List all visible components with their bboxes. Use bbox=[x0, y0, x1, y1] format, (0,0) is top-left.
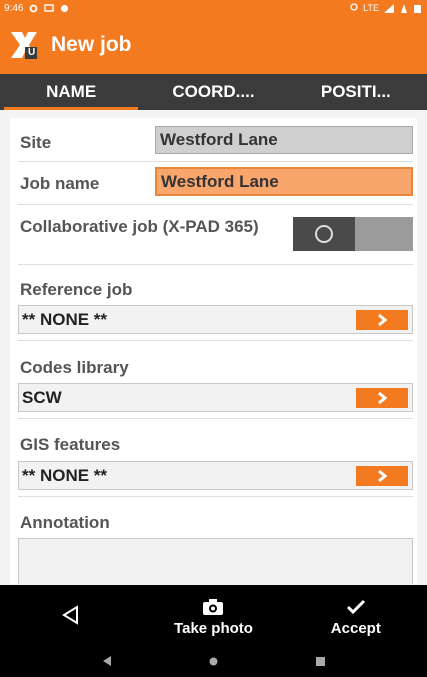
take-photo-label: Take photo bbox=[174, 619, 253, 637]
gis-features-value: ** NONE ** bbox=[22, 465, 108, 485]
message-icon bbox=[44, 3, 55, 12]
back-button[interactable] bbox=[0, 585, 142, 645]
back-triangle-icon bbox=[62, 605, 79, 625]
nav-home-icon bbox=[209, 657, 218, 665]
chevron-right-icon bbox=[378, 469, 388, 482]
job-name-label: Job name bbox=[20, 174, 100, 193]
annotation-textarea[interactable] bbox=[18, 538, 413, 584]
divider bbox=[18, 264, 413, 265]
nav-home-button[interactable] bbox=[160, 657, 267, 666]
tab-coordinates[interactable]: COORD.... bbox=[142, 74, 284, 110]
codes-library-open-button[interactable] bbox=[356, 387, 408, 408]
toggle-off-icon bbox=[315, 225, 333, 243]
gis-features-select[interactable]: ** NONE ** bbox=[18, 461, 413, 490]
collaborative-toggle[interactable] bbox=[293, 217, 413, 251]
chevron-right-icon bbox=[378, 313, 388, 326]
battery-icon bbox=[414, 4, 421, 13]
page-title: New job bbox=[51, 33, 132, 56]
bottom-action-bar: Take photo Accept bbox=[0, 585, 427, 645]
checkmark-icon bbox=[346, 599, 365, 614]
form-panel: Site Westford Lane Job name Westford Lan… bbox=[10, 118, 417, 584]
job-name-input[interactable]: Westford Lane bbox=[155, 167, 413, 196]
logo-letter: U bbox=[28, 47, 36, 58]
site-field: Westford Lane bbox=[155, 126, 413, 154]
codes-library-label: Codes library bbox=[20, 358, 129, 377]
chevron-right-icon bbox=[378, 391, 388, 404]
divider bbox=[18, 204, 413, 205]
tab-name[interactable]: NAME bbox=[0, 74, 142, 110]
nav-back-icon bbox=[102, 656, 111, 666]
signal-icon bbox=[384, 3, 394, 13]
system-nav-bar bbox=[0, 645, 427, 677]
accept-label: Accept bbox=[330, 619, 381, 637]
codes-library-value: SCW bbox=[22, 387, 62, 407]
gis-features-label: GIS features bbox=[20, 435, 121, 454]
take-photo-button[interactable]: Take photo bbox=[142, 585, 284, 645]
tab-bar: NAME COORD.... POSITI... bbox=[0, 74, 427, 110]
wifi-icon bbox=[401, 3, 407, 13]
reference-job-select[interactable]: ** NONE ** bbox=[18, 305, 413, 334]
divider bbox=[18, 496, 413, 497]
reference-job-value: ** NONE ** bbox=[22, 309, 108, 329]
status-bar: 9:46 LTE bbox=[0, 0, 427, 16]
notification-icon bbox=[61, 4, 69, 12]
app-logo-icon: U bbox=[9, 30, 39, 60]
nav-recents-button[interactable] bbox=[267, 656, 374, 666]
status-time: 9:46 bbox=[4, 2, 24, 14]
accept-button[interactable]: Accept bbox=[285, 585, 427, 645]
tab-position[interactable]: POSITI... bbox=[285, 74, 427, 110]
codes-library-select[interactable]: SCW bbox=[18, 383, 413, 412]
site-label: Site bbox=[20, 133, 52, 152]
reference-job-open-button[interactable] bbox=[356, 309, 408, 330]
app-bar: U New job bbox=[0, 16, 427, 74]
settings-icon bbox=[30, 4, 38, 12]
gis-features-open-button[interactable] bbox=[356, 465, 408, 486]
collaborative-label: Collaborative job (X-PAD 365) bbox=[20, 217, 259, 236]
nav-back-button[interactable] bbox=[53, 656, 160, 666]
nav-recents-icon bbox=[316, 656, 325, 666]
reference-job-label: Reference job bbox=[20, 280, 133, 299]
camera-icon bbox=[203, 598, 224, 615]
divider bbox=[18, 161, 413, 162]
divider bbox=[18, 418, 413, 419]
divider bbox=[18, 340, 413, 341]
network-type: LTE bbox=[363, 3, 379, 13]
location-icon bbox=[350, 3, 358, 11]
annotation-label: Annotation bbox=[20, 513, 110, 532]
toggle-thumb bbox=[293, 217, 355, 251]
